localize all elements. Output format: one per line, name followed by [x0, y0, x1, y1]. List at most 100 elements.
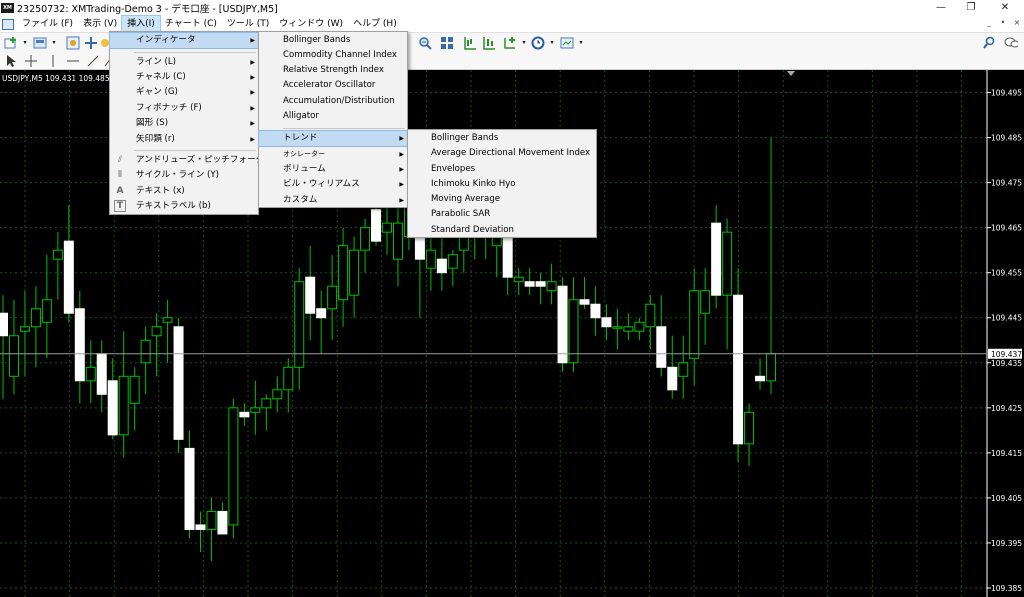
submenu-arrow-icon: ▶ — [399, 135, 404, 142]
indicator-accelerator-oscillator[interactable]: Accelerator Oscillator — [259, 78, 407, 93]
insert-menu-item-lines[interactable]: ライン (L) ▶ — [110, 55, 258, 70]
indicator-cci[interactable]: Commodity Channel Index — [259, 48, 407, 63]
menu-tools[interactable]: ツール (T) — [222, 16, 274, 32]
profiles-dropdown-icon[interactable]: ▾ — [47, 36, 61, 50]
new-chart-dropdown-icon[interactable]: ▾ — [18, 36, 32, 50]
trend-item-label: Ichimoku Kinko Hyo — [431, 179, 516, 189]
trend-item-label: Envelopes — [431, 164, 476, 174]
insert-menu-item-text[interactable]: A テキスト (x) — [110, 184, 258, 199]
periods-clock-icon[interactable] — [531, 36, 545, 50]
candle-body — [96, 353, 107, 395]
insert-menu-item-text-label[interactable]: T テキストラベル (b) — [110, 199, 258, 214]
profiles-icon[interactable] — [33, 36, 47, 50]
templates-dropdown-icon[interactable]: ▾ — [574, 36, 588, 50]
insert-menu-item-indicators[interactable]: インディケータ ▶ — [109, 32, 259, 49]
navigator-icon[interactable] — [84, 36, 98, 50]
periods-dropdown-icon[interactable]: ▾ — [545, 36, 559, 50]
candle-body — [557, 285, 568, 364]
indicator-category-custom[interactable]: カスタム ▶ — [259, 193, 407, 208]
insert-menu-item-arrows[interactable]: 矢印類 (r) ▶ — [110, 132, 258, 147]
insert-menu-item-gann[interactable]: ギャン (G) ▶ — [110, 85, 258, 100]
insert-menu-item-channels[interactable]: チャネル (C) ▶ — [110, 70, 258, 85]
menu-help[interactable]: ヘルプ (H) — [348, 16, 402, 32]
candle-body — [261, 398, 272, 409]
indicators-dropdown-icon[interactable]: ▾ — [517, 36, 531, 50]
indicators-icon[interactable] — [503, 36, 517, 50]
auto-scroll-icon[interactable] — [482, 36, 496, 50]
insert-menu-item-cycle-lines[interactable]: ⦀ サイクル・ライン (Y) — [110, 168, 258, 183]
minimize-button[interactable]: — — [924, 0, 958, 16]
candle-body — [645, 303, 656, 328]
candle-body — [425, 249, 436, 269]
candle-body — [689, 290, 700, 359]
horizontal-line-icon[interactable] — [66, 54, 80, 68]
close-button[interactable]: ✕ — [988, 0, 1022, 16]
indicator-category-volumes[interactable]: ボリューム ▶ — [259, 162, 407, 177]
trend-item-label: Parabolic SAR — [431, 209, 491, 219]
menu-window[interactable]: ウィンドウ (W) — [274, 16, 348, 32]
indicator-label: Accumulation/Distribution — [283, 96, 395, 106]
candle-body — [74, 308, 85, 382]
indicator-label: Bollinger Bands — [283, 35, 351, 45]
new-chart-icon[interactable] — [4, 36, 18, 50]
indicator-category-bill-williams[interactable]: ビル・ウィリアムス ▶ — [259, 177, 407, 192]
trend-envelopes[interactable]: Envelopes — [408, 162, 596, 177]
submenu-arrow-icon: ▶ — [250, 89, 255, 96]
trend-moving-average[interactable]: Moving Average — [408, 192, 596, 207]
menu-charts[interactable]: チャート (C) — [160, 16, 222, 32]
candle-body — [502, 231, 513, 278]
candle-body — [52, 249, 63, 260]
menu-separator — [134, 150, 256, 151]
indicator-label: カスタム — [283, 195, 318, 205]
candle-body — [140, 339, 151, 364]
trend-standard-deviation[interactable]: Standard Deviation — [408, 223, 596, 238]
insert-menu-item-andrews-pitchfork[interactable]: ⫽ アンドリューズ・ピッチフォーク (A) — [110, 153, 279, 168]
candle-body — [711, 222, 722, 296]
market-watch-icon[interactable] — [66, 36, 80, 50]
candle-body — [360, 227, 371, 251]
restore-button[interactable]: ❐ — [954, 0, 988, 16]
chart-document-icon[interactable] — [2, 18, 14, 30]
menu-file[interactable]: ファイル (F) — [17, 16, 78, 32]
mdi-close-button[interactable]: × — [1012, 18, 1022, 27]
indicator-accumulation-distribution[interactable]: Accumulation/Distribution — [259, 94, 407, 109]
trendline-icon[interactable] — [86, 54, 100, 68]
mdi-minimize-button[interactable]: _ — [984, 18, 994, 27]
trend-parabolic-sar[interactable]: Parabolic SAR — [408, 207, 596, 222]
insert-menu-item-fibonacci[interactable]: フィボナッチ (F) ▶ — [110, 101, 258, 116]
search-icon[interactable] — [982, 36, 996, 50]
candle-body — [206, 510, 217, 530]
trend-adx[interactable]: Average Directional Movement Index — [408, 146, 596, 161]
submenu-arrow-icon: ▶ — [250, 59, 255, 66]
indicator-rsi[interactable]: Relative Strength Index — [259, 63, 407, 78]
candle-body — [327, 285, 338, 310]
cursor-icon[interactable] — [5, 54, 19, 68]
vertical-line-icon[interactable] — [48, 54, 62, 68]
candle-body — [316, 308, 327, 319]
tile-windows-icon[interactable] — [440, 36, 454, 50]
trend-ichimoku[interactable]: Ichimoku Kinko Hyo — [408, 177, 596, 192]
y-axis-tick-label: 109.415 — [991, 449, 1022, 458]
candle-body — [162, 317, 173, 323]
mt4-window: XM 23250732: XMTrading-Demo 3 - デモ口座 - [… — [0, 0, 1024, 597]
indicator-category-oscillators[interactable]: オシレーター ▶ — [259, 147, 407, 162]
indicator-category-trend[interactable]: トレンド ▶ — [258, 130, 408, 147]
indicator-bollinger-bands[interactable]: Bollinger Bands — [259, 33, 407, 48]
mdi-restore-button[interactable]: • — [998, 18, 1008, 27]
menu-insert[interactable]: 挿入(I) — [121, 15, 161, 33]
menu-view[interactable]: 表示 (V) — [78, 16, 122, 32]
insert-menu-item-shapes[interactable]: 図形 (S) ▶ — [110, 116, 258, 131]
candle-body — [173, 326, 184, 440]
candle-body — [0, 312, 8, 337]
indicator-alligator[interactable]: Alligator — [259, 109, 407, 124]
chat-icon[interactable] — [1004, 36, 1018, 50]
chart-shift-marker-icon[interactable] — [787, 71, 795, 76]
text-icon: A — [116, 186, 124, 196]
templates-icon[interactable] — [560, 36, 574, 50]
submenu-arrow-icon: ▶ — [399, 181, 404, 188]
zoom-out-icon[interactable] — [418, 36, 432, 50]
chart-shift-icon[interactable] — [463, 36, 477, 50]
crosshair-icon[interactable] — [24, 54, 38, 68]
trend-bollinger-bands[interactable]: Bollinger Bands — [408, 131, 596, 146]
insert-menu-item-label: チャネル (C) — [136, 72, 186, 82]
